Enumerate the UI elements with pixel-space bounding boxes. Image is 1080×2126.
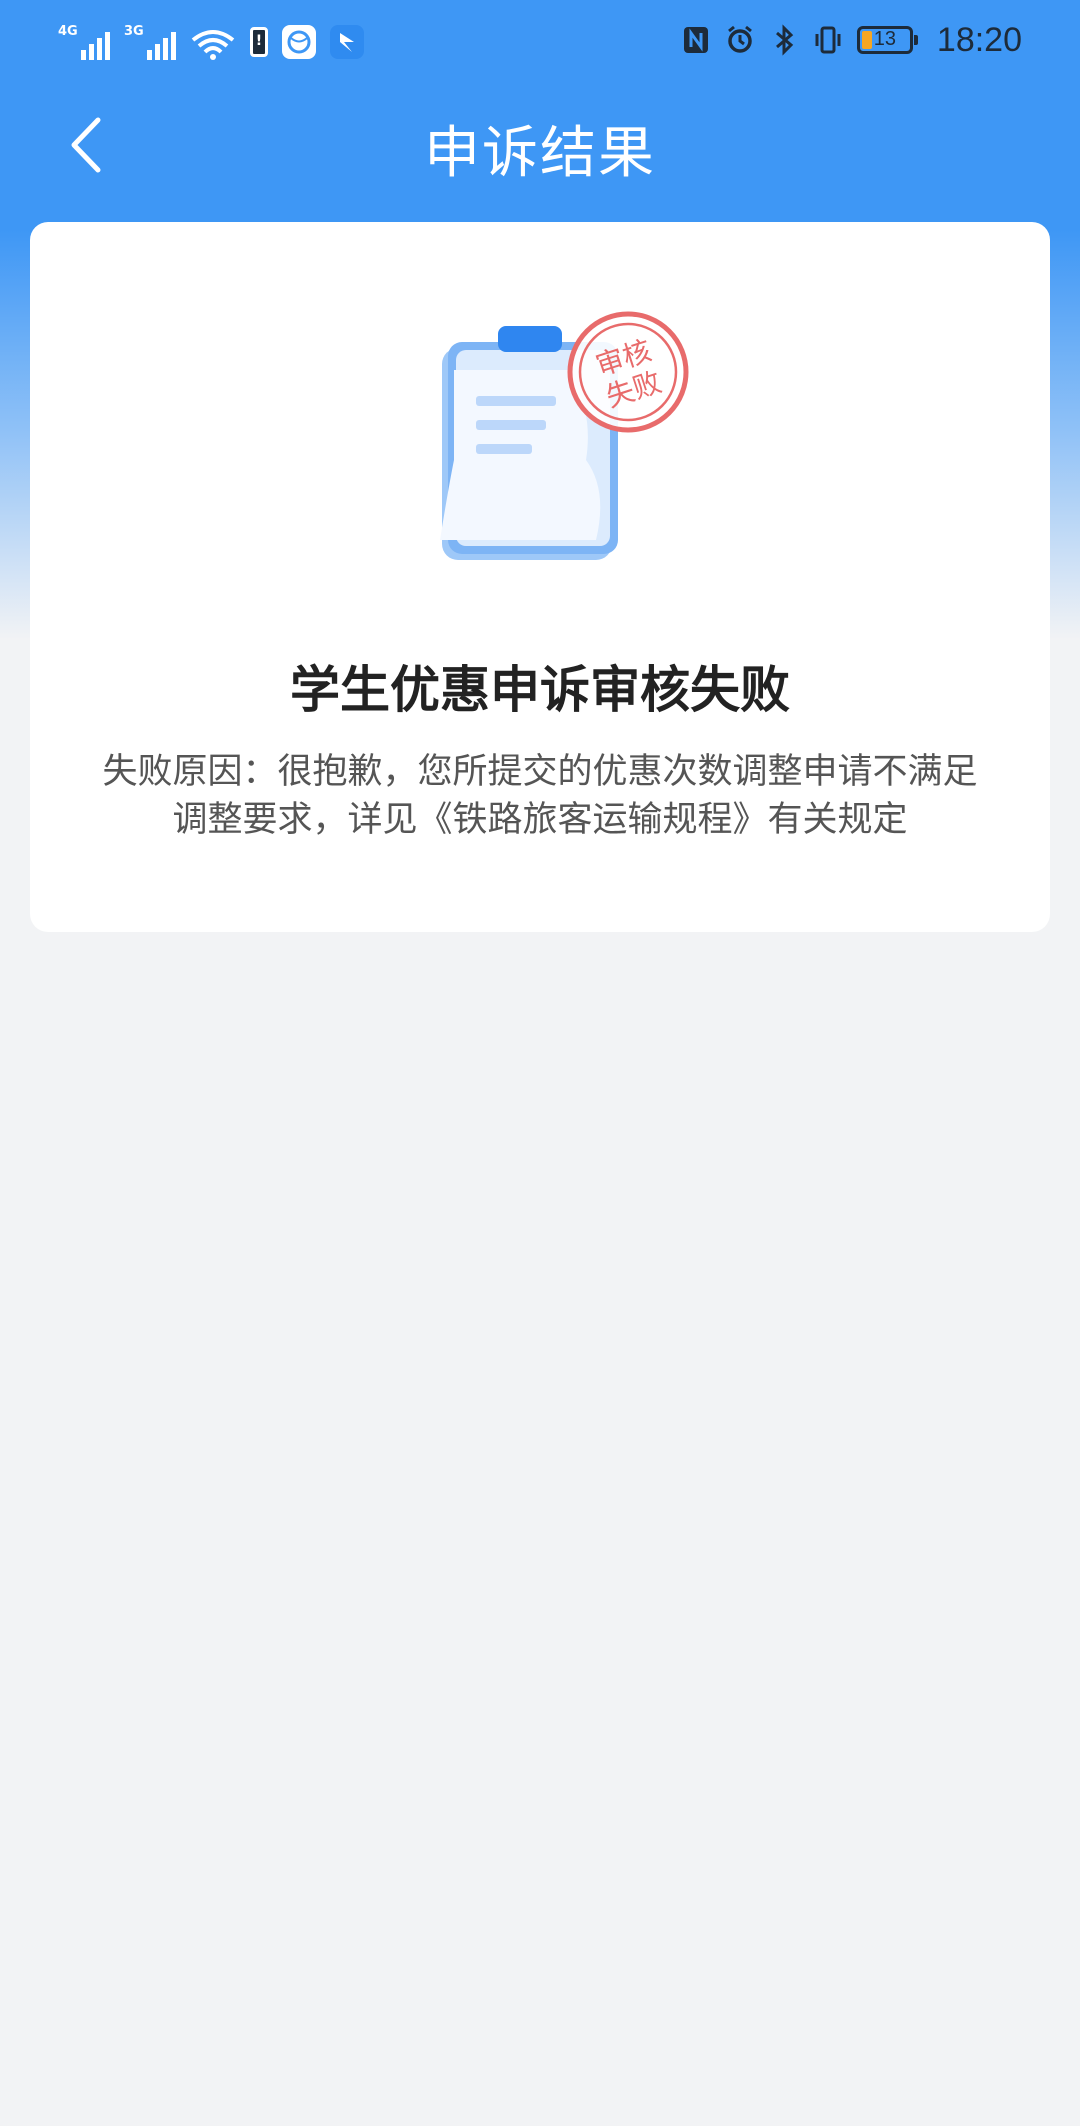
vibrate-icon xyxy=(815,26,841,54)
status-bar-right: 13 18:20 xyxy=(681,18,1022,62)
result-card: 审核 失败 学生优惠申诉审核失败 失败原因：很抱歉，您所提交的优惠次数调整申请不… xyxy=(30,222,1050,932)
battery-warning-icon: ! xyxy=(250,27,268,57)
app-header: 申诉结果 xyxy=(0,90,1080,200)
signal-4g-label: 4G xyxy=(58,24,78,39)
status-bar-left: 4G 3G ! xyxy=(58,18,364,62)
battery-icon: 13 xyxy=(856,26,918,54)
bird-app-icon xyxy=(330,25,364,59)
wifi-icon xyxy=(191,30,235,60)
signal-3g-icon: 3G xyxy=(124,22,176,62)
clock: 18:20 xyxy=(936,20,1022,59)
nfc-icon xyxy=(683,27,708,53)
page-title: 申诉结果 xyxy=(424,121,656,186)
bluetooth-icon xyxy=(775,24,794,56)
alarm-icon xyxy=(727,25,752,53)
signal-3g-label: 3G xyxy=(124,24,144,39)
browser-app-icon xyxy=(282,25,316,59)
failure-reason: 失败原因：很抱歉，您所提交的优惠次数调整申请不满足 调整要求，详见《铁路旅客运输… xyxy=(70,748,1010,844)
signal-4g-icon: 4G xyxy=(58,22,110,62)
battery-level: 13 xyxy=(873,28,897,50)
status-bar: 4G 3G ! 13 18:20 xyxy=(0,0,1080,80)
audit-failed-illustration: 审核 失败 xyxy=(440,311,689,560)
result-title: 学生优惠申诉审核失败 xyxy=(290,661,790,719)
failure-reason-line-2: 调整要求，详见《铁路旅客运输规程》有关规定 xyxy=(172,800,908,840)
failure-reason-line-1: 失败原因：很抱歉，您所提交的优惠次数调整申请不满足 xyxy=(102,752,978,792)
